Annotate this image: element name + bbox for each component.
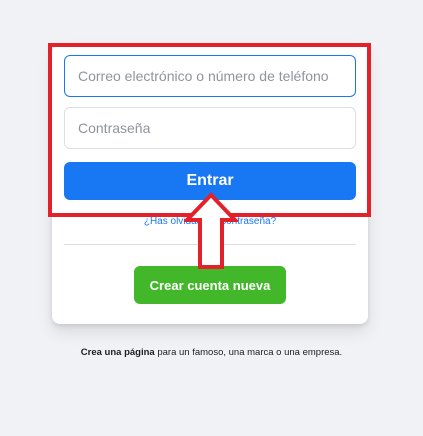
divider — [64, 244, 356, 245]
login-button[interactable]: Entrar — [64, 162, 356, 200]
password-input[interactable] — [64, 107, 356, 149]
email-or-phone-input[interactable] — [64, 55, 356, 97]
forgot-password-link[interactable]: ¿Has olvidado la contraseña? — [52, 216, 368, 227]
create-page-description: para un famoso, una marca o una empresa. — [154, 347, 343, 358]
login-card: Entrar ¿Has olvidado la contraseña? Crea… — [52, 44, 368, 324]
create-account-button[interactable]: Crear cuenta nueva — [134, 266, 286, 304]
create-page-link[interactable]: Crea una página — [81, 347, 155, 358]
create-page-text: Crea una página para un famoso, una marc… — [0, 347, 423, 358]
